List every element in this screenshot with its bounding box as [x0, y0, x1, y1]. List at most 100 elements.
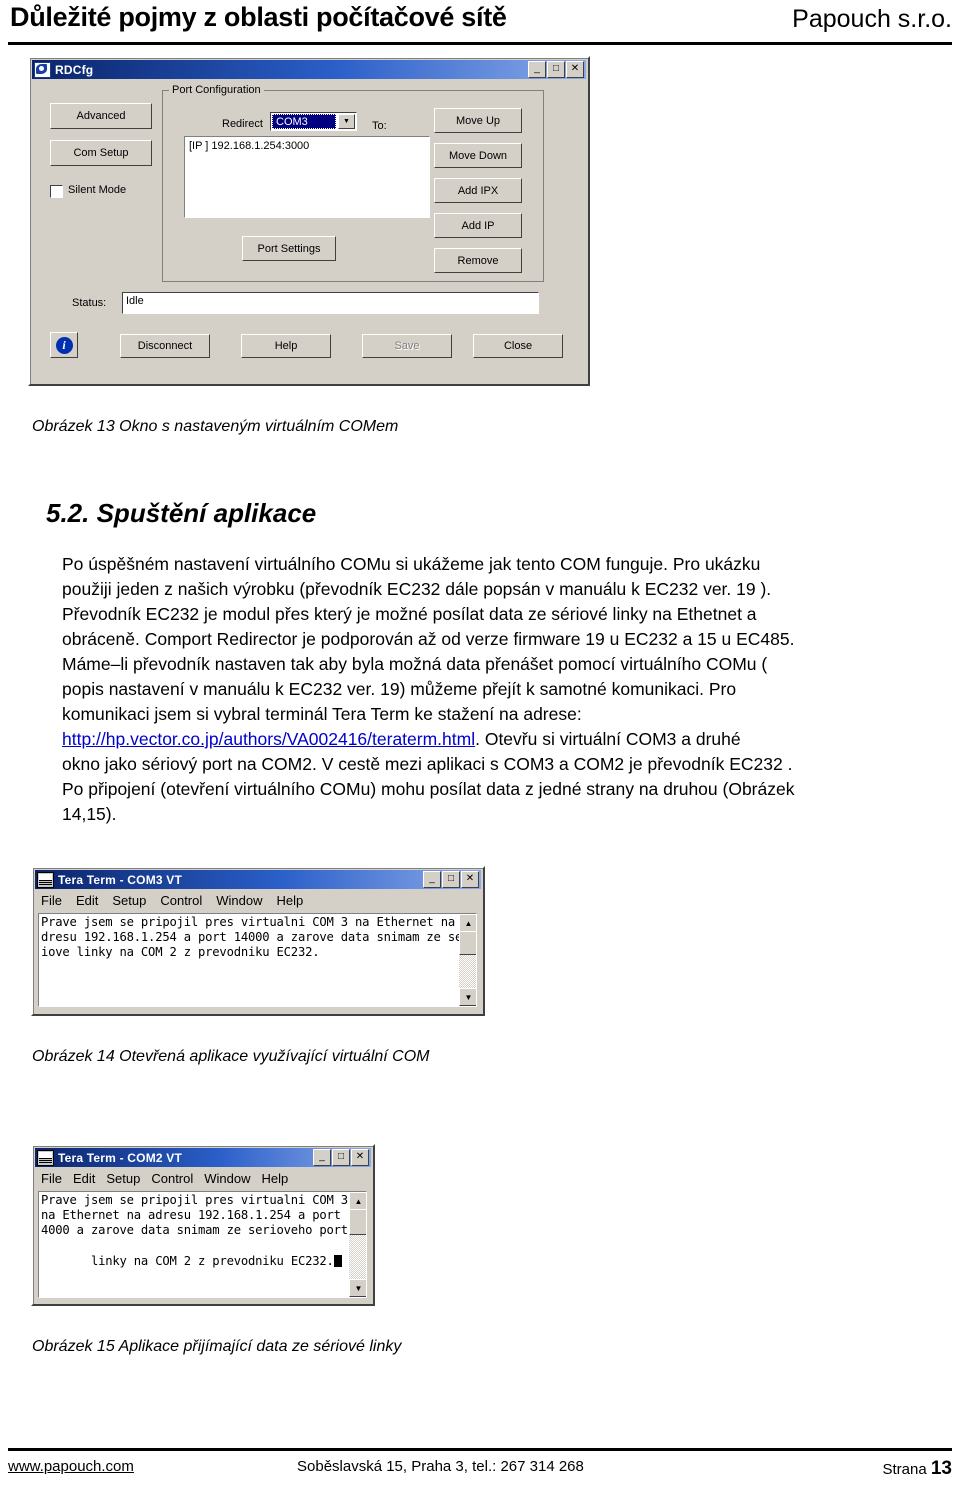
body-line: komunikaci jsem si vybral terminál Tera …: [62, 704, 582, 724]
teraterm-com2-title-text: Tera Term - COM2 VT: [58, 1150, 183, 1165]
body-line: Po připojení (otevření virtuálního COMu)…: [62, 779, 795, 799]
chevron-down-icon[interactable]: ▼: [338, 114, 355, 129]
scroll-up-icon[interactable]: ▲: [349, 1192, 366, 1210]
body-line: Máme–li převodník nastaven tak aby byla …: [62, 654, 768, 674]
terminal-line: na Ethernet na adresu 192.168.1.254 a po…: [41, 1208, 356, 1222]
redirect-selected-value: COM3: [272, 114, 336, 129]
port-configuration-label: Port Configuration: [169, 84, 264, 96]
body-line-with-link: http://hp.vector.co.jp/authors/VA002416/…: [62, 727, 741, 752]
silent-mode-checkbox[interactable]: [50, 185, 63, 198]
body-line: použiji jeden z našich výrobku (převodní…: [62, 579, 772, 599]
teraterm-download-link[interactable]: http://hp.vector.co.jp/authors/VA002416/…: [62, 729, 475, 749]
menu-item-help[interactable]: Help: [277, 893, 304, 908]
close-icon[interactable]: ✕: [566, 61, 584, 78]
minimize-icon[interactable]: _: [313, 1149, 331, 1166]
advanced-button[interactable]: Advanced: [50, 103, 152, 129]
teraterm-com3-window-controls: _ □ ✕: [423, 871, 479, 888]
close-icon[interactable]: ✕: [461, 871, 479, 888]
terminal-line: Prave jsem se pripojil pres virtualni CO…: [41, 915, 470, 929]
redirect-label: Redirect: [222, 118, 263, 130]
teraterm-com3-menubar: File Edit Setup Control Window Help: [41, 893, 303, 908]
footer-divider: [8, 1448, 952, 1451]
body-line: obráceně. Comport Redirector je podporov…: [62, 629, 795, 649]
figure-15-caption: Obrázek 15 Aplikace přijímající data ze …: [32, 1338, 402, 1355]
body-line: Převodník EC232 je modul přes který je m…: [62, 604, 757, 624]
footer-page-number: 13: [930, 1458, 952, 1479]
info-icon: i: [55, 336, 73, 354]
rdcfg-app-icon: [34, 61, 51, 78]
redirect-combobox[interactable]: COM3 ▼: [270, 112, 357, 131]
menu-item-help[interactable]: Help: [262, 1171, 289, 1186]
com-setup-button[interactable]: Com Setup: [50, 140, 152, 166]
redirect-target-listbox[interactable]: [IP ] 192.168.1.254:3000: [184, 136, 430, 218]
teraterm-com2-window: Tera Term - COM2 VT _ □ ✕ File Edit Setu…: [31, 1144, 375, 1306]
scroll-up-icon[interactable]: ▲: [459, 914, 476, 932]
teraterm-com3-window: Tera Term - COM3 VT _ □ ✕ File Edit Setu…: [31, 866, 485, 1016]
footer-page: Strana 13: [882, 1458, 952, 1480]
scroll-down-icon[interactable]: ▼: [349, 1279, 366, 1297]
scroll-down-icon[interactable]: ▼: [459, 988, 476, 1006]
teraterm-com3-titlebar[interactable]: Tera Term - COM3 VT _ □ ✕: [35, 870, 481, 889]
body-line: 14,15).: [62, 804, 117, 824]
terminal-scrollbar[interactable]: ▲ ▼: [459, 914, 476, 1006]
menu-item-file[interactable]: File: [41, 1171, 62, 1186]
scrollbar-thumb[interactable]: [459, 931, 476, 955]
maximize-icon[interactable]: □: [547, 61, 565, 78]
add-ip-button[interactable]: Add IP: [434, 213, 522, 238]
port-settings-button[interactable]: Port Settings: [242, 236, 336, 261]
disconnect-button[interactable]: Disconnect: [120, 334, 210, 358]
footer-address: Soběslavská 15, Praha 3, tel.: 267 314 2…: [297, 1458, 584, 1475]
move-down-button[interactable]: Move Down: [434, 143, 522, 168]
close-icon[interactable]: ✕: [351, 1149, 369, 1166]
minimize-icon[interactable]: _: [528, 61, 546, 78]
company-name: Papouch s.r.o.: [792, 5, 952, 33]
remove-button[interactable]: Remove: [434, 248, 522, 273]
maximize-icon[interactable]: □: [442, 871, 460, 888]
teraterm-com2-menubar: File Edit Setup Control Window Help: [41, 1171, 288, 1186]
terminal-line: dresu 192.168.1.254 a port 14000 a zarov…: [41, 930, 470, 944]
menu-item-setup[interactable]: Setup: [106, 1171, 140, 1186]
menu-item-control[interactable]: Control: [160, 893, 202, 908]
maximize-icon[interactable]: □: [332, 1149, 350, 1166]
terminal-line: 4000 a zarove data snimam ze serioveho p…: [41, 1223, 356, 1237]
teraterm-app-icon: [37, 871, 54, 888]
terminal-line: iove linky na COM 2 z prevodniku EC232.: [41, 945, 320, 959]
terminal-scrollbar[interactable]: ▲ ▼: [349, 1192, 366, 1297]
rdcfg-window: RDCfg _ □ ✕ Advanced Com Setup Silent Mo…: [28, 56, 590, 386]
menu-item-edit[interactable]: Edit: [73, 1171, 95, 1186]
minimize-icon[interactable]: _: [423, 871, 441, 888]
menu-item-edit[interactable]: Edit: [76, 893, 98, 908]
terminal-line-with-cursor: linky na COM 2 z prevodniku EC232.: [41, 1238, 342, 1285]
teraterm-com2-window-controls: _ □ ✕: [313, 1149, 369, 1166]
help-button[interactable]: Help: [241, 334, 331, 358]
teraterm-com3-terminal[interactable]: Prave jsem se pripojil pres virtualni CO…: [38, 913, 477, 1007]
rdcfg-titlebar[interactable]: RDCfg _ □ ✕: [32, 60, 586, 79]
footer-website[interactable]: www.papouch.com: [8, 1458, 134, 1475]
teraterm-app-icon: [37, 1149, 54, 1166]
text-cursor: [333, 1254, 342, 1267]
silent-mode-label: Silent Mode: [68, 184, 127, 196]
figure-14-caption: Obrázek 14 Otevřená aplikace využívající…: [32, 1048, 430, 1065]
menu-item-file[interactable]: File: [41, 893, 62, 908]
scrollbar-thumb[interactable]: [349, 1209, 366, 1235]
to-label: To:: [372, 120, 387, 132]
add-ipx-button[interactable]: Add IPX: [434, 178, 522, 203]
teraterm-com3-title-text: Tera Term - COM3 VT: [58, 872, 183, 887]
teraterm-com2-titlebar[interactable]: Tera Term - COM2 VT _ □ ✕: [35, 1148, 371, 1167]
section-heading: 5.2. Spuštění aplikace: [46, 498, 317, 528]
teraterm-com2-terminal[interactable]: Prave jsem se pripojil pres virtualni CO…: [38, 1191, 367, 1298]
body-line: Po úspěšném nastavení virtuálního COMu s…: [62, 554, 761, 574]
terminal-line: Prave jsem se pripojil pres virtualni CO…: [41, 1193, 348, 1207]
body-line: popis nastavení v manuálu k EC232 ver. 1…: [62, 679, 737, 699]
move-up-button[interactable]: Move Up: [434, 108, 522, 133]
menu-item-control[interactable]: Control: [151, 1171, 193, 1186]
status-label: Status:: [72, 297, 107, 309]
footer-page-label: Strana: [882, 1461, 927, 1478]
menu-item-window[interactable]: Window: [216, 893, 262, 908]
info-button[interactable]: i: [50, 332, 78, 358]
menu-item-setup[interactable]: Setup: [112, 893, 146, 908]
close-button[interactable]: Close: [473, 334, 563, 358]
menu-item-window[interactable]: Window: [204, 1171, 250, 1186]
body-line: okno jako sériový port na COM2. V cestě …: [62, 754, 793, 774]
list-item[interactable]: [IP ] 192.168.1.254:3000: [189, 140, 429, 152]
